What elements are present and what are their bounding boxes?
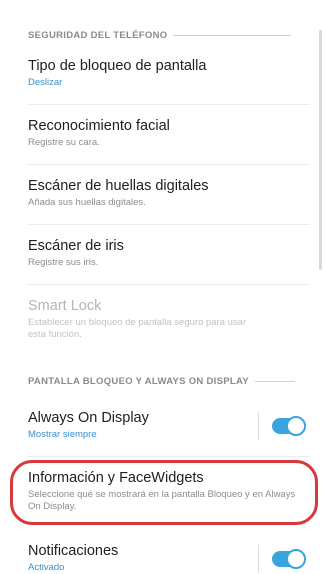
setting-smart-lock: Smart Lock Establecer un bloqueo de pant… xyxy=(28,298,265,341)
setting-subtitle: Registre sus iris. xyxy=(28,257,99,268)
section-rule xyxy=(254,380,295,382)
setting-title: Notificaciones xyxy=(28,543,119,559)
toggle-knob xyxy=(286,549,306,569)
scrollbar[interactable] xyxy=(319,30,322,270)
divider xyxy=(28,164,310,165)
section-header-label: PANTALLA BLOQUEO Y ALWAYS ON DISPLAY xyxy=(28,376,249,387)
section-rule xyxy=(173,34,292,36)
setting-title: Escáner de huellas digitales xyxy=(28,178,209,194)
setting-iris-scanner[interactable]: Escáner de iris Registre sus iris. xyxy=(28,238,305,269)
settings-screen: SEGURIDAD DEL TELÉFONO Tipo de bloqueo d… xyxy=(0,0,325,574)
section-header-phone-security: SEGURIDAD DEL TELÉFONO xyxy=(28,30,292,41)
setting-title: Tipo de bloqueo de pantalla xyxy=(28,58,207,74)
setting-subtitle: Registre su cara. xyxy=(28,137,100,148)
setting-fingerprint-scanner[interactable]: Escáner de huellas digitales Añada sus h… xyxy=(28,178,305,209)
setting-always-on-display[interactable]: Always On Display Mostrar siempre xyxy=(28,410,245,441)
divider xyxy=(28,284,310,285)
setting-screen-lock-type[interactable]: Tipo de bloqueo de pantalla Deslizar xyxy=(28,58,305,89)
toggle-separator xyxy=(258,545,259,573)
setting-subtitle: Activado xyxy=(28,562,65,573)
setting-subtitle: Deslizar xyxy=(28,77,63,88)
highlight-circle xyxy=(10,460,318,525)
setting-notifications[interactable]: Notificaciones Activado xyxy=(28,543,245,574)
setting-title: Reconocimiento facial xyxy=(28,118,170,134)
setting-face-recognition[interactable]: Reconocimiento facial Registre su cara. xyxy=(28,118,305,149)
divider xyxy=(28,104,310,105)
section-header-lock-screen-aod: PANTALLA BLOQUEO Y ALWAYS ON DISPLAY xyxy=(28,376,295,387)
divider xyxy=(28,456,310,457)
setting-subtitle: Establecer un bloqueo de pantalla seguro… xyxy=(28,317,247,340)
toggle-separator xyxy=(258,412,259,440)
toggle-knob xyxy=(286,416,306,436)
setting-subtitle: Mostrar siempre xyxy=(28,429,97,440)
section-header-label: SEGURIDAD DEL TELÉFONO xyxy=(28,30,168,41)
setting-title: Always On Display xyxy=(28,410,149,426)
notifications-toggle[interactable] xyxy=(272,549,306,569)
setting-subtitle: Añada sus huellas digitales. xyxy=(28,197,146,208)
setting-title: Escáner de iris xyxy=(28,238,124,254)
always-on-display-toggle[interactable] xyxy=(272,416,306,436)
divider xyxy=(28,224,310,225)
setting-title: Smart Lock xyxy=(28,298,102,314)
